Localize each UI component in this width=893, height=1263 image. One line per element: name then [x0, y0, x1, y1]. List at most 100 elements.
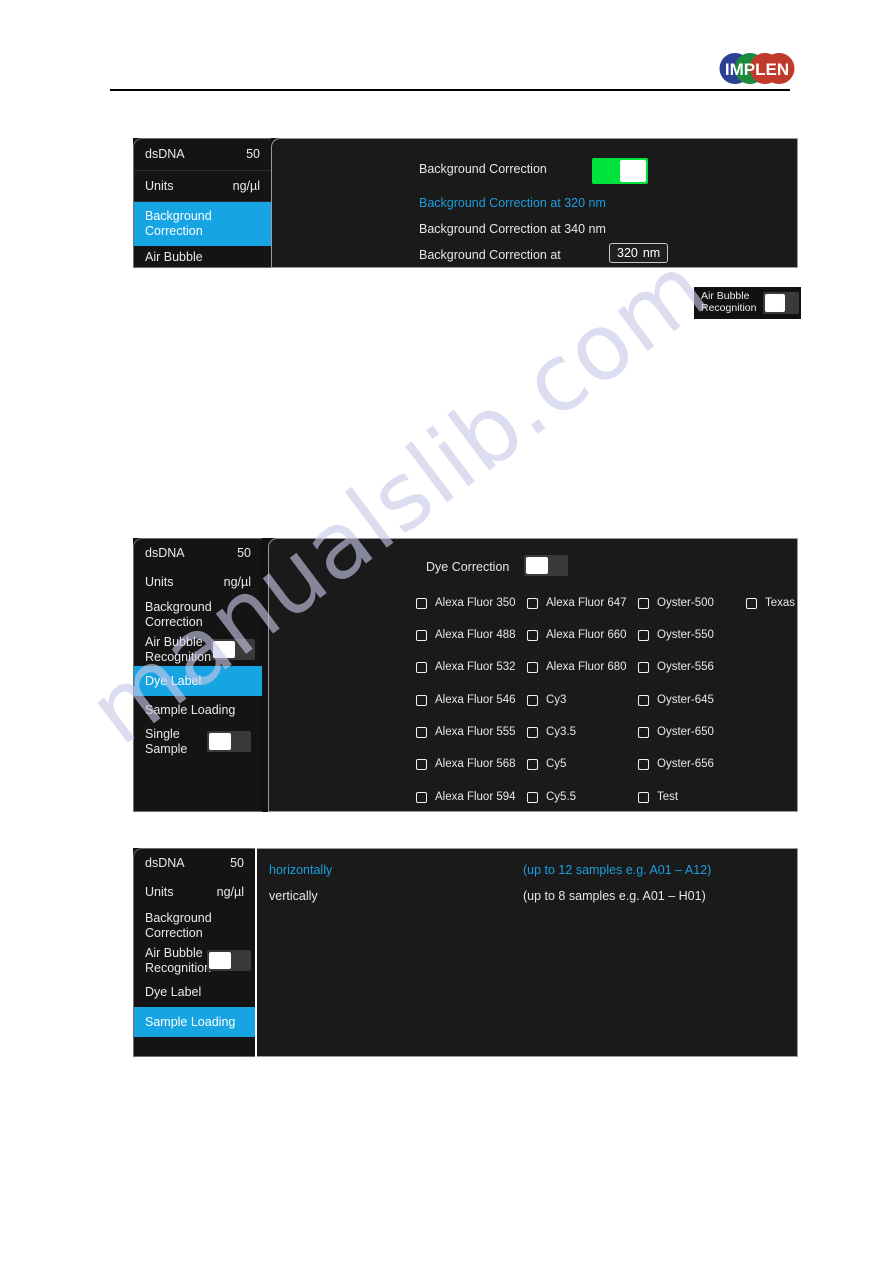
option-background-correction-320[interactable]: Background Correction at 320 nm: [419, 196, 606, 210]
dye-checkbox-test[interactable]: Test: [638, 791, 678, 803]
panel-sample-sidebar: dsDNA 50 Units ng/µl Background Correcti…: [133, 848, 255, 1057]
sidebar-row-units[interactable]: Units ng/µl: [134, 171, 271, 202]
dye-checkbox-oyster-650[interactable]: Oyster-650: [638, 726, 714, 738]
sidebar-item-air-bubble-recognition[interactable]: Air Bubble Recognition: [134, 944, 255, 977]
dye-checkbox-alexa-fluor-546[interactable]: Alexa Fluor 546: [416, 694, 516, 706]
checkbox-icon[interactable]: [527, 694, 538, 706]
checkbox-icon[interactable]: [746, 597, 757, 609]
dye-checkbox-oyster-645[interactable]: Oyster-645: [638, 694, 714, 706]
air-bubble-recognition-toggle-knob: [765, 294, 786, 312]
background-correction-toggle[interactable]: [592, 158, 648, 184]
checkbox-icon[interactable]: [416, 661, 427, 673]
background-correction-wavelength-input[interactable]: 320 nm: [609, 243, 669, 263]
sidebar-item-background-correction[interactable]: Background Correction: [134, 202, 271, 246]
air-bubble-recognition-toggle[interactable]: [763, 292, 800, 314]
sample-loading-option-horizontally[interactable]: horizontally: [269, 863, 332, 877]
single-sample-toggle[interactable]: [207, 731, 251, 752]
dye-checkbox-alexa-fluor-680[interactable]: Alexa Fluor 680: [527, 661, 627, 673]
air-bubble-recognition-toggle[interactable]: [211, 639, 256, 660]
sidebar-item-sample-loading[interactable]: Sample Loading: [134, 696, 262, 725]
dye-checkbox-alexa-fluor-647[interactable]: Alexa Fluor 647: [527, 597, 627, 609]
dye-checkbox-oyster-500[interactable]: Oyster-500: [638, 597, 714, 609]
dye-label: Alexa Fluor 488: [435, 629, 516, 641]
checkbox-icon[interactable]: [638, 726, 649, 738]
checkbox-icon[interactable]: [527, 726, 538, 738]
sidebar-row-units-value: ng/µl: [223, 575, 251, 590]
checkbox-icon[interactable]: [638, 758, 649, 770]
dye-label: Oyster-550: [657, 629, 714, 641]
sidebar-row-dsdna[interactable]: dsDNA 50: [134, 849, 255, 878]
checkbox-icon[interactable]: [527, 597, 538, 609]
sidebar-item-air-bubble-recognition-label: Air Bubble Recognition: [145, 634, 212, 664]
dye-checkbox-alexa-fluor-488[interactable]: Alexa Fluor 488: [416, 629, 516, 641]
dye-label: Cy3.5: [546, 726, 577, 738]
panel-sample-loading: dsDNA 50 Units ng/µl Background Correcti…: [133, 848, 798, 1057]
sidebar-item-air-bubble-clipped[interactable]: Air Bubble: [134, 246, 271, 267]
checkbox-icon[interactable]: [638, 661, 649, 673]
dye-checkbox-oyster-656[interactable]: Oyster-656: [638, 758, 714, 770]
dye-label: Alexa Fluor 568: [435, 758, 516, 770]
dye-checkbox-alexa-fluor-532[interactable]: Alexa Fluor 532: [416, 661, 516, 673]
dye-label: Oyster-650: [657, 726, 714, 738]
dye-checkbox-alexa-fluor-555[interactable]: Alexa Fluor 555: [416, 726, 516, 738]
sidebar-item-dye-label[interactable]: Dye Label: [134, 977, 255, 1007]
sidebar-item-sample-loading[interactable]: Sample Loading: [134, 1007, 255, 1037]
option-background-correction-340[interactable]: Background Correction at 340 nm: [419, 222, 606, 236]
checkbox-icon[interactable]: [416, 791, 427, 803]
sidebar-item-single-sample[interactable]: Single Sample: [134, 725, 262, 758]
checkbox-icon[interactable]: [527, 661, 538, 673]
checkbox-icon[interactable]: [527, 758, 538, 770]
sidebar-row-units[interactable]: Units ng/µl: [134, 568, 262, 597]
panel-background-correction: dsDNA 50 Units ng/µl Background Correcti…: [133, 138, 798, 268]
checkbox-icon[interactable]: [527, 791, 538, 803]
sample-loading-hint-vertically: (up to 8 samples e.g. A01 – H01): [523, 889, 706, 903]
dye-label: Cy5.5: [546, 791, 577, 803]
background-correction-wavelength-value: 320: [617, 246, 638, 260]
checkbox-icon[interactable]: [638, 597, 649, 609]
dye-checkbox-texas-red[interactable]: Texas Red: [746, 597, 797, 609]
dye-checkbox-alexa-fluor-594[interactable]: Alexa Fluor 594: [416, 791, 516, 803]
dye-label: Oyster-645: [657, 694, 714, 706]
dye-checkbox-cy3[interactable]: Cy3: [527, 694, 566, 706]
checkbox-icon[interactable]: [416, 758, 427, 770]
dye-checkbox-cy5[interactable]: Cy5: [527, 758, 566, 770]
dye-checkbox-alexa-fluor-568[interactable]: Alexa Fluor 568: [416, 758, 516, 770]
checkbox-icon[interactable]: [416, 597, 427, 609]
checkbox-icon[interactable]: [638, 694, 649, 706]
sidebar-row-units[interactable]: Units ng/µl: [134, 878, 255, 907]
checkbox-icon[interactable]: [416, 726, 427, 738]
dye-checkbox-cy3-5[interactable]: Cy3.5: [527, 726, 576, 738]
checkbox-icon[interactable]: [416, 694, 427, 706]
dye-correction-toggle[interactable]: [524, 555, 568, 576]
sample-loading-option-vertically[interactable]: vertically: [269, 889, 318, 903]
dye-checkbox-alexa-fluor-660[interactable]: Alexa Fluor 660: [527, 629, 627, 641]
dye-checkbox-cy5-5[interactable]: Cy5.5: [527, 791, 576, 803]
sidebar-item-background-correction-label: Background Correction: [145, 600, 212, 629]
single-sample-toggle-knob: [209, 733, 231, 750]
sidebar-row-units-value: ng/µl: [232, 178, 260, 193]
checkbox-icon[interactable]: [638, 791, 649, 803]
sidebar-item-background-correction[interactable]: Background Correction: [134, 907, 255, 944]
checkbox-icon[interactable]: [527, 629, 538, 641]
sidebar-item-sample-loading-label: Sample Loading: [145, 703, 236, 718]
sidebar-row-units-label: Units: [145, 575, 174, 590]
dye-checkbox-oyster-550[interactable]: Oyster-550: [638, 629, 714, 641]
option-background-correction-custom[interactable]: Background Correction at: [419, 248, 561, 262]
air-bubble-recognition-toggle-knob: [213, 641, 236, 658]
dye-label: Test: [657, 791, 679, 803]
dye-checkbox-alexa-fluor-350[interactable]: Alexa Fluor 350: [416, 597, 516, 609]
sidebar-row-dsdna[interactable]: dsDNA 50: [134, 139, 271, 171]
sidebar-item-dye-label[interactable]: Dye Label: [134, 666, 262, 696]
dye-label: Oyster-556: [657, 661, 714, 673]
panel-dye-label: dsDNA 50 Units ng/µl Background Correcti…: [133, 538, 798, 812]
sidebar-item-background-correction[interactable]: Background Correction: [134, 597, 262, 633]
sidebar-row-dsdna-value: 50: [246, 147, 260, 162]
dye-label: Alexa Fluor 680: [546, 661, 627, 673]
checkbox-icon[interactable]: [416, 629, 427, 641]
dye-checkbox-oyster-556[interactable]: Oyster-556: [638, 661, 714, 673]
sidebar-row-dsdna[interactable]: dsDNA 50: [134, 539, 262, 568]
air-bubble-recognition-toggle[interactable]: [207, 950, 251, 971]
sidebar-item-air-bubble-recognition[interactable]: Air Bubble Recognition: [134, 633, 262, 666]
sidebar-item-dye-label-label: Dye Label: [145, 673, 202, 688]
checkbox-icon[interactable]: [638, 629, 649, 641]
